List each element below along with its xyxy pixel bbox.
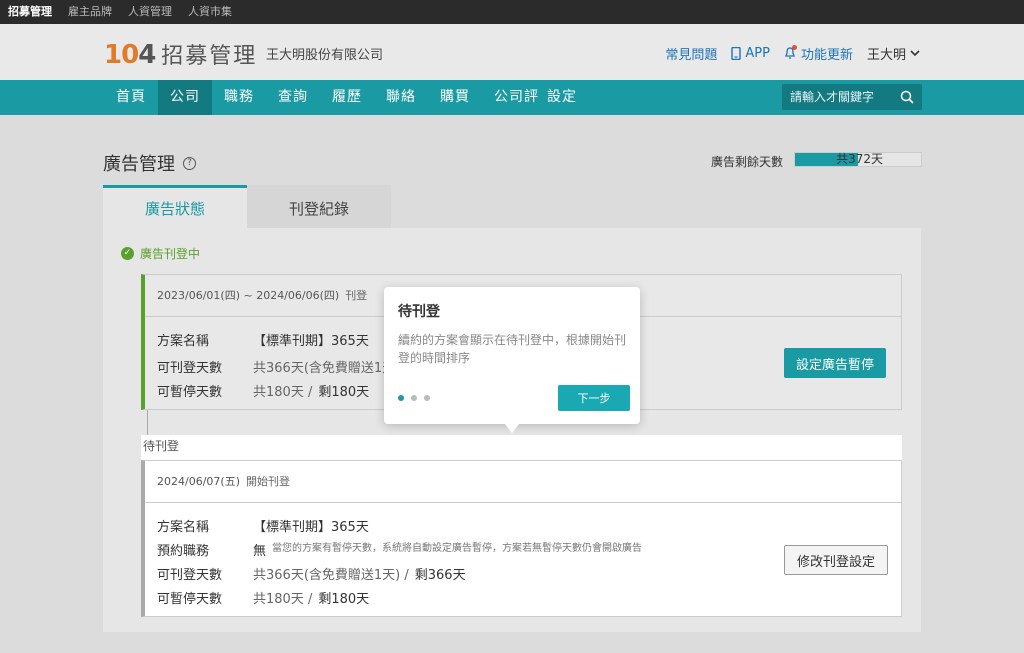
company-name: 王大明股份有限公司 <box>266 48 384 63</box>
status-text: 廣告刊登中 <box>140 247 201 261</box>
nav-item-home[interactable]: 首頁 <box>104 80 158 115</box>
app-label: APP <box>745 46 770 61</box>
active-days-row: 可刊登天數 共366天(含免費贈送1天 <box>157 357 395 376</box>
pending-job-label: 預約職務 <box>157 544 210 559</box>
pending-plan-value: 【標準刊期】365天 <box>253 520 369 535</box>
active-plan-value: 【標準刊期】365天 <box>253 334 369 349</box>
tabs: 廣告狀態 刊登紀錄 <box>103 185 391 228</box>
pending-days-remain: 剩366天 <box>414 568 466 583</box>
active-pause-row: 可暫停天數 共180天 / 剩180天 <box>157 381 369 400</box>
pending-days-label: 可刊登天數 <box>157 568 223 583</box>
pending-pause-row: 可暫停天數 共180天 / 剩180天 <box>157 588 369 607</box>
talent-search <box>782 84 922 110</box>
nav-items: 首頁 公司 職務 查詢 履歷 聯絡 購買 公司評 設定 <box>104 80 589 115</box>
topbar-item-brand[interactable]: 雇主品牌 <box>60 0 120 24</box>
status-active: ✓ 廣告刊登中 <box>121 245 200 262</box>
pending-days-row: 可刊登天數 共366天(含免費贈送1天) / 剩366天 <box>157 564 466 583</box>
topbar-item-hr[interactable]: 人資管理 <box>120 0 180 24</box>
pending-job-note: 當您的方案有暫停天數，系統將自動設定廣告暫停，方案若無暫停天數仍會開啟廣告 <box>272 543 643 554</box>
pending-label: 待刊登 <box>141 435 902 460</box>
tab-history[interactable]: 刊登紀錄 <box>247 185 391 228</box>
step-dot-3[interactable] <box>424 395 430 401</box>
remaining-days-value: 共372天 <box>836 152 883 166</box>
pending-plan-row: 方案名稱 【標準刊期】365天 <box>157 516 369 535</box>
nav-item-resume[interactable]: 履歷 <box>320 80 374 115</box>
logo[interactable]: 104 招募管理 <box>104 38 257 70</box>
active-pause-label: 可暫停天數 <box>157 385 223 400</box>
user-name: 王大明 <box>866 48 906 63</box>
phone-icon <box>731 47 742 60</box>
active-plan-label: 方案名稱 <box>157 334 210 349</box>
active-date-note: 刊登 <box>345 289 368 302</box>
active-plan-row: 方案名稱 【標準刊期】365天 <box>157 330 369 349</box>
pending-pause-remain: 剩180天 <box>318 592 370 607</box>
set-pause-button[interactable]: 設定廣告暫停 <box>784 348 887 378</box>
pending-job-value: 無 <box>253 544 267 559</box>
main-nav: 首頁 公司 職務 查詢 履歷 聯絡 購買 公司評 設定 <box>0 80 1024 115</box>
active-pause-total: 共180天 / <box>253 385 313 400</box>
remaining-days-bar: 共372天 <box>794 152 922 167</box>
help-icon[interactable]: ? <box>183 156 196 170</box>
pending-pause-total: 共180天 / <box>253 592 313 607</box>
tooltip-title: 待刊登 <box>398 304 440 320</box>
app-link[interactable]: APP <box>731 46 770 61</box>
active-days-value: 共366天(含免費贈送1天 <box>253 361 396 376</box>
step-dot-2[interactable] <box>411 395 417 401</box>
remaining-days-label: 廣告剩餘天數 <box>711 155 784 169</box>
pending-plan-label: 方案名稱 <box>157 520 210 535</box>
header-links: 常見問題 APP 功能更新 王大明 <box>651 44 920 63</box>
pending-days-total: 共366天(含免費贈送1天) / <box>253 568 409 583</box>
page-title: 廣告管理 ? <box>103 150 196 176</box>
search-icon[interactable] <box>900 90 914 104</box>
tooltip-body: 續約的方案會顯示在待刊登中，根據開始刊登的時間排序 <box>398 333 627 365</box>
tab-ad-status[interactable]: 廣告狀態 <box>103 185 247 228</box>
talent-search-input[interactable] <box>790 90 895 104</box>
tooltip-arrow <box>505 424 519 433</box>
next-step-button[interactable]: 下一步 <box>558 385 630 411</box>
faq-link[interactable]: 常見問題 <box>665 44 717 63</box>
logo-title: 招募管理 <box>161 44 258 69</box>
notification-dot <box>791 45 797 50</box>
step-dot-1[interactable] <box>398 395 404 401</box>
user-menu[interactable]: 王大明 <box>867 44 920 63</box>
nav-item-contact[interactable]: 聯絡 <box>374 80 428 115</box>
pending-date-note: 開始刊登 <box>245 475 290 488</box>
page-title-text: 廣告管理 <box>103 154 175 175</box>
logo-number: 104 <box>104 40 156 70</box>
connector-line <box>147 410 148 435</box>
top-bar: 招募管理 雇主品牌 人資管理 人資市集 <box>0 0 1024 24</box>
onboarding-tooltip: 待刊登 續約的方案會顯示在待刊登中，根據開始刊登的時間排序 下一步 <box>384 287 640 433</box>
nav-item-settings[interactable]: 設定 <box>543 80 589 115</box>
edit-listing-button[interactable]: 修改刊登設定 <box>784 545 889 575</box>
topbar-item-market[interactable]: 人資市集 <box>180 0 240 24</box>
nav-item-search[interactable]: 查詢 <box>266 80 320 115</box>
check-icon: ✓ <box>121 247 134 260</box>
topbar-item-recruit[interactable]: 招募管理 <box>0 0 60 24</box>
nav-item-jobs[interactable]: 職務 <box>212 80 266 115</box>
active-days-label: 可刊登天數 <box>157 361 223 376</box>
nav-item-company[interactable]: 公司 <box>158 80 212 115</box>
pending-pause-label: 可暫停天數 <box>157 592 223 607</box>
nav-item-reviews[interactable]: 公司評 <box>482 80 543 115</box>
pending-date-header: 2024/06/07(五) 開始刊登 <box>145 461 901 503</box>
active-pause-remain: 剩180天 <box>318 385 370 400</box>
nav-item-buy[interactable]: 購買 <box>428 80 482 115</box>
pending-date: 2024/06/07(五) <box>157 475 240 488</box>
updates-label: 功能更新 <box>800 48 853 63</box>
tooltip-step-dots <box>398 395 437 401</box>
pending-job-row: 預約職務 無 當您的方案有暫停天數，系統將自動設定廣告暫停，方案若無暫停天數仍會… <box>157 540 642 559</box>
active-date-range: 2023/06/01(四) ~ 2024/06/06(四) <box>157 289 340 302</box>
chevron-down-icon <box>910 50 920 57</box>
updates-link[interactable]: 功能更新 <box>784 44 853 63</box>
